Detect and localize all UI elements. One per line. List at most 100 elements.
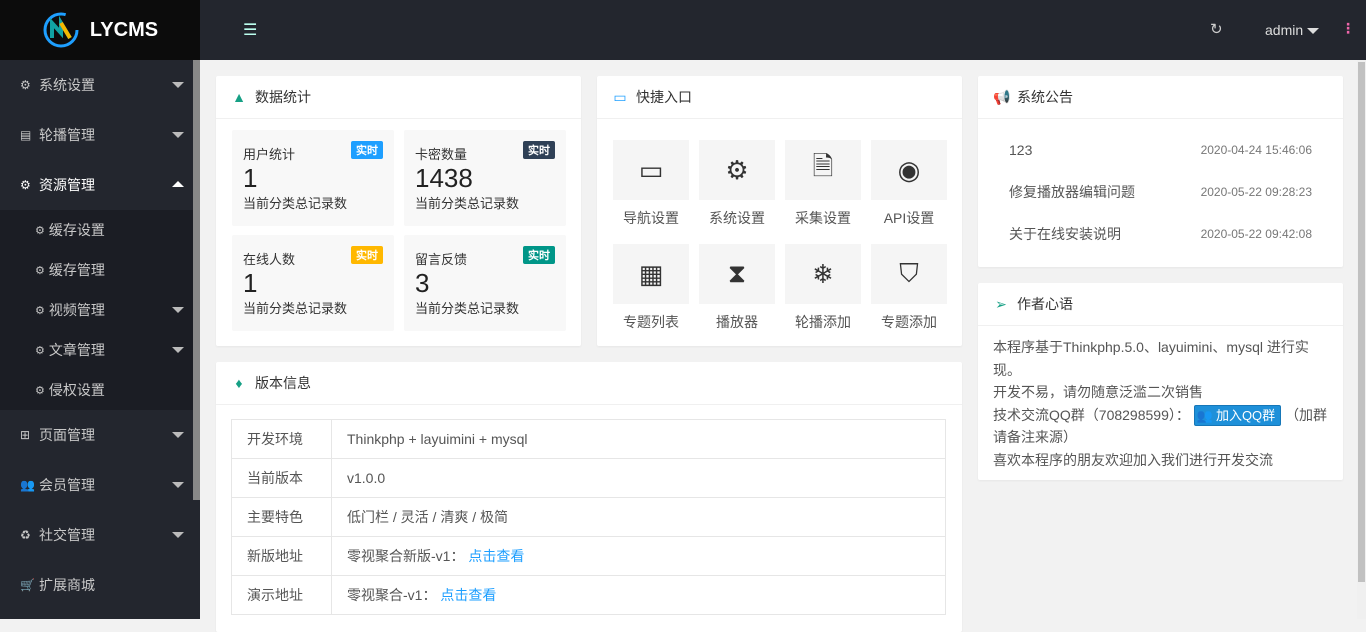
stat-card: 实时 卡密数量 1438 当前分类总记录数: [404, 130, 566, 226]
view-link[interactable]: 点击查看: [440, 587, 496, 603]
logo[interactable]: LYCMS: [0, 0, 200, 60]
stat-value: 1438: [415, 163, 473, 193]
sidebar-item[interactable]: 🛒 扩展商城: [0, 560, 200, 610]
cart-icon: 🛒: [20, 578, 35, 592]
warning-icon: ▲: [232, 89, 246, 105]
submenu-item-label: 文章管理: [48, 342, 105, 358]
quick-entry-item[interactable]: ▦ 专题列表: [613, 244, 689, 332]
row-value: 零视聚合-v1：: [347, 587, 437, 603]
file-icon: 🗎: [812, 151, 834, 181]
stat-desc: 当前分类总记录数: [415, 196, 520, 211]
quick-entry-item[interactable]: ⛉ 专题添加: [871, 244, 947, 332]
more-icon[interactable]: ⋮: [1341, 20, 1355, 37]
sidebar-item[interactable]: ⚙ 系统设置: [0, 60, 200, 110]
bullhorn-icon: 📢: [993, 88, 1011, 105]
card-title: 系统公告: [1017, 89, 1073, 105]
notice-time: 2020-05-22 09:42:08: [1200, 227, 1312, 241]
submenu-item[interactable]: ⚙ 文章管理: [0, 330, 200, 370]
author-line: 喜欢本程序的朋友欢迎加入我们进行开发交流: [993, 451, 1273, 468]
row-value: Thinkphp + layuimini + mysql: [347, 431, 528, 447]
sidebar-item[interactable]: ▤ 轮播管理: [0, 110, 200, 160]
user-menu[interactable]: admin: [1265, 22, 1320, 38]
snowflake-icon: ❄: [812, 258, 834, 289]
quick-entry-label: 采集设置: [795, 210, 851, 226]
stat-value: 1: [243, 268, 258, 298]
stats-card: ▲ 数据统计 实时 用户统计 1 当前分类总记录数 实时 卡密数量 1438 当前分类总记录数实…: [216, 76, 581, 346]
sidebar-item[interactable]: ⚙ 资源管理: [0, 160, 200, 210]
refresh-icon[interactable]: ↻: [1210, 20, 1223, 38]
chevron-down-icon: [172, 307, 184, 313]
realtime-badge: 实时: [523, 141, 555, 159]
quick-entry-item[interactable]: ▭ 导航设置: [613, 140, 689, 228]
card-title: 数据统计: [255, 89, 311, 105]
table-row: 演示地址 零视聚合-v1： 点击查看: [231, 575, 946, 615]
quick-entry-item[interactable]: 🗎 采集设置: [785, 140, 861, 228]
sidebar-scrollbar[interactable]: [193, 60, 200, 500]
gears-icon: ⚙: [35, 344, 45, 357]
quick-entry-item[interactable]: ⧗ 播放器: [699, 244, 775, 332]
submenu-item-label: 缓存管理: [48, 262, 105, 278]
logo-icon: [43, 12, 79, 48]
realtime-badge: 实时: [351, 246, 383, 264]
chevron-down-icon: [172, 132, 184, 138]
row-label: 新版地址: [231, 536, 332, 576]
sidebar-item-label: 页面管理: [39, 427, 95, 443]
table-row: 开发环境 Thinkphp + layuimini + mysql: [231, 419, 946, 459]
stat-card: 实时 用户统计 1 当前分类总记录数: [232, 130, 394, 226]
submenu-item-label: 缓存设置: [48, 222, 105, 238]
notice-item[interactable]: 修复播放器编辑问题 2020-05-22 09:28:23: [978, 171, 1343, 213]
username: admin: [1265, 22, 1304, 38]
submenu-resource: ⚙ 缓存设置 ⚙ 缓存管理 ⚙ 视频管理 ⚙ 文章管理 ⚙ 侵权设置: [0, 210, 200, 410]
quick-entry-label: 导航设置: [623, 210, 679, 226]
join-qq-button[interactable]: 👥 加入QQ群: [1193, 405, 1282, 427]
stat-desc: 当前分类总记录数: [415, 301, 520, 316]
gears-icon: ⚙: [35, 264, 45, 277]
gear-icon: ⚙: [20, 78, 31, 92]
view-link[interactable]: 点击查看: [468, 548, 524, 564]
version-table: 开发环境 Thinkphp + layuimini + mysql 当前版本 v1.0…: [231, 419, 946, 615]
notice-card: 📢 系统公告 123 2020-04-24 15:46:06 修复播放器编辑问题 202…: [978, 76, 1343, 267]
stat-value: 3: [415, 268, 430, 298]
submenu-item[interactable]: ⚙ 缓存设置: [0, 210, 200, 250]
sidebar-item-label: 轮播管理: [39, 127, 95, 143]
card-title: 作者心语: [1017, 296, 1073, 312]
table-row: 当前版本 v1.0.0: [231, 458, 946, 498]
quick-entry-item[interactable]: ❄ 轮播添加: [785, 244, 861, 332]
submenu-item-label: 侵权设置: [48, 382, 105, 398]
submenu-item[interactable]: ⚙ 视频管理: [0, 290, 200, 330]
submenu-item-label: 视频管理: [48, 302, 105, 318]
submenu-item[interactable]: ⚙ 侵权设置: [0, 370, 200, 410]
collapse-menu-icon[interactable]: ☰: [243, 20, 257, 40]
quick-entry-card: ▭ 快捷入口 ▭ 导航设置 ⚙ 系统设置 🗎 采集设置 ◉ API设置 ▦ 专题列表 ⧗ 播放器 ❄ 轮播添…: [597, 76, 962, 346]
stat-desc: 当前分类总记录数: [243, 301, 348, 316]
sidebar-item[interactable]: ⊞ 页面管理: [0, 410, 200, 460]
row-label: 演示地址: [231, 575, 332, 615]
users-icon: 👥: [20, 478, 35, 492]
paper-plane-icon: ➢: [995, 295, 1007, 312]
quick-entry-item[interactable]: ⚙ 系统设置: [699, 140, 775, 228]
quick-entry-label: 播放器: [716, 314, 758, 330]
chevron-up-icon: [172, 181, 184, 187]
gears-icon: ⚙: [725, 154, 749, 185]
submenu-item[interactable]: ⚙ 缓存管理: [0, 250, 200, 290]
gears-icon: ⚙: [35, 224, 45, 237]
fire-icon: ♦: [235, 375, 243, 391]
gears-icon: ⚙: [35, 384, 45, 397]
shield-icon: ⛉: [899, 258, 919, 288]
calendar-icon: ▦: [638, 258, 664, 289]
page-scrollbar[interactable]: [1357, 60, 1366, 619]
realtime-badge: 实时: [523, 246, 555, 264]
notice-item[interactable]: 123 2020-04-24 15:46:06: [978, 129, 1343, 171]
sidebar-item[interactable]: ♻ 社交管理: [0, 510, 200, 560]
table-row: 新版地址 零视聚合新版-v1： 点击查看: [231, 536, 946, 576]
quick-entry-label: 系统设置: [709, 210, 765, 226]
recycle-icon: ♻: [20, 528, 31, 542]
qq-button-label: 加入QQ群: [1215, 407, 1276, 423]
chevron-down-icon: [172, 347, 184, 353]
sidebar-item[interactable]: 👥 会员管理: [0, 460, 200, 510]
stat-card: 实时 留言反馈 3 当前分类总记录数: [404, 235, 566, 331]
notice-item[interactable]: 关于在线安装说明 2020-05-22 09:42:08: [978, 213, 1343, 255]
sidebar: ⚙ 系统设置 ▤ 轮播管理 ⚙ 资源管理 ⚙ 缓存设置 ⚙ 缓存管理 ⚙ 视频管理 ⚙ 文章管理 ⚙ 侵权设…: [0, 60, 200, 619]
window-icon: ▭: [638, 154, 664, 185]
quick-entry-item[interactable]: ◉ API设置: [871, 140, 947, 228]
